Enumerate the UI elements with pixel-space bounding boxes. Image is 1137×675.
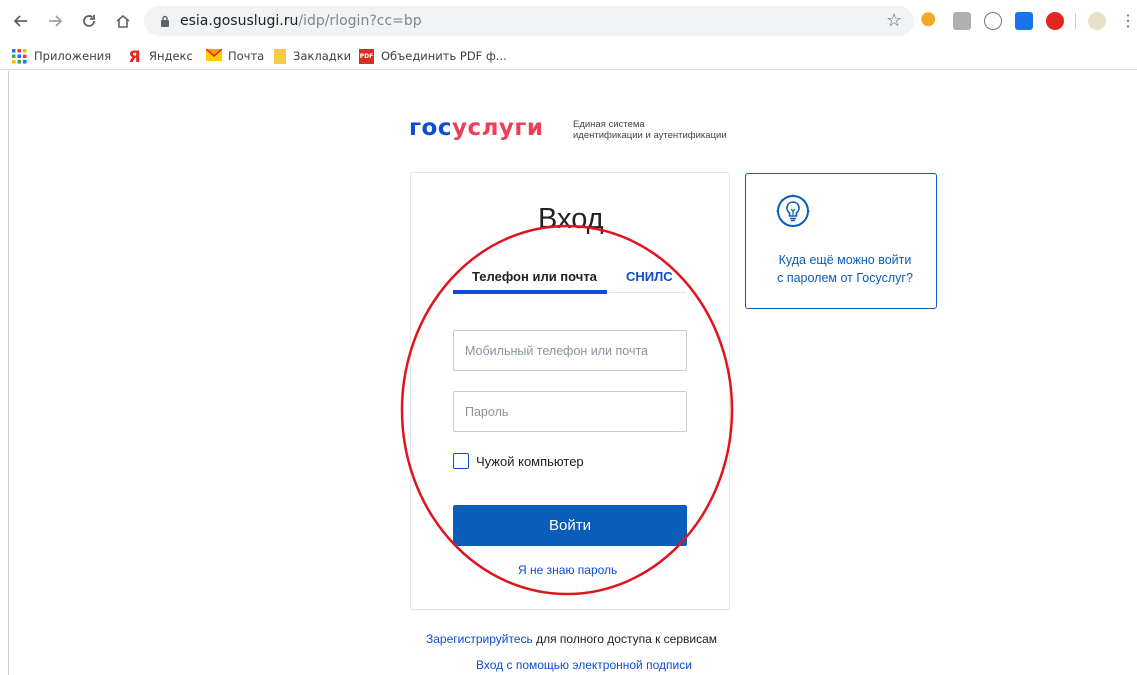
- foreign-computer-label[interactable]: Чужой компьютер: [476, 454, 584, 469]
- info-line1: Куда ещё можно войти: [778, 253, 912, 267]
- active-tab-indicator: [453, 290, 607, 294]
- bookmark-yandex[interactable]: Я Яндекс: [127, 46, 193, 66]
- login-title-text: Вход: [538, 203, 604, 235]
- yandex-icon: Я: [128, 46, 141, 66]
- bookmark-label: Почта: [228, 49, 265, 63]
- login-input[interactable]: [453, 330, 687, 371]
- register-link[interactable]: Зарегистрируйтесь: [426, 632, 533, 646]
- bookmark-label: Объединить PDF ф...: [381, 49, 507, 63]
- bookmark-label: Яндекс: [149, 49, 193, 63]
- url-path: /idp/rlogin?cc=bp: [298, 13, 422, 29]
- browser-toolbar: esia.gosuslugi.ru/idp/rlogin?cc=bp ☆ ⋮: [0, 0, 1137, 42]
- bookmark-folder[interactable]: Закладки: [274, 48, 351, 64]
- extension-cloud-icon[interactable]: [984, 12, 1002, 30]
- electronic-signature-link[interactable]: Вход с помощью электронной подписи: [476, 658, 692, 672]
- tab-snils[interactable]: СНИЛС: [626, 269, 673, 284]
- logo-part-gos: гос: [409, 115, 452, 141]
- extension-yandex-icon[interactable]: [1046, 12, 1064, 30]
- back-icon[interactable]: [8, 8, 34, 34]
- info-box[interactable]: [745, 173, 937, 309]
- lightbulb-icon: [773, 191, 813, 236]
- bookmark-label: Приложения: [34, 49, 112, 63]
- extension-key-icon[interactable]: [921, 12, 939, 30]
- mail-icon: [205, 47, 223, 64]
- profile-avatar[interactable]: [1088, 12, 1106, 30]
- bookmarks-bar: Приложения Я Яндекс Почта Закладки PDF О…: [0, 42, 1137, 70]
- pdf-icon: PDF: [359, 48, 374, 64]
- bookmark-mail[interactable]: Почта: [205, 47, 265, 64]
- menu-kebab-icon[interactable]: ⋮: [1120, 11, 1136, 31]
- address-bar[interactable]: esia.gosuslugi.ru/idp/rlogin?cc=bp: [144, 6, 914, 36]
- logo-subtitle: Единая система идентификации и аутентифи…: [573, 119, 727, 141]
- extension-pdf-icon[interactable]: [953, 12, 971, 30]
- reload-icon[interactable]: [76, 8, 102, 34]
- foreign-computer-checkbox[interactable]: [453, 453, 469, 469]
- register-text: Зарегистрируйтесь для полного доступа к …: [426, 632, 717, 646]
- apps-grid-icon: [12, 48, 27, 64]
- register-description: для полного доступа к сервисам: [532, 632, 718, 646]
- logo-subtitle-line2: идентификации и аутентификации: [573, 130, 727, 141]
- login-button[interactable]: Войти: [453, 505, 687, 546]
- info-box-text[interactable]: Куда ещё можно войти с паролем от Госусл…: [760, 251, 930, 287]
- logo-subtitle-line1: Единая система: [573, 119, 645, 130]
- password-input[interactable]: [453, 391, 687, 432]
- lock-icon: [160, 15, 170, 27]
- bookmark-pdf[interactable]: PDF Объединить PDF ф...: [359, 48, 507, 64]
- bookmark-label: Закладки: [293, 49, 352, 63]
- url-host: esia.gosuslugi.ru: [180, 13, 299, 29]
- tab-phone-or-email[interactable]: Телефон или почта: [472, 269, 597, 284]
- logo-part-uslugi: услуги: [451, 115, 544, 141]
- bookmark-apps[interactable]: Приложения: [12, 48, 111, 64]
- toolbar-divider: [1075, 13, 1076, 29]
- extension-screenshot-icon[interactable]: [1015, 12, 1033, 30]
- info-line2: с паролем от Госуслуг?: [777, 271, 913, 285]
- forgot-password-link[interactable]: Я не знаю пароль: [518, 563, 617, 577]
- gosuslugi-logo: госуслуги: [409, 115, 544, 141]
- forward-icon[interactable]: [42, 8, 68, 34]
- bookmark-star-icon[interactable]: ☆: [886, 10, 902, 31]
- folder-icon: [274, 48, 286, 64]
- home-icon[interactable]: [110, 8, 136, 34]
